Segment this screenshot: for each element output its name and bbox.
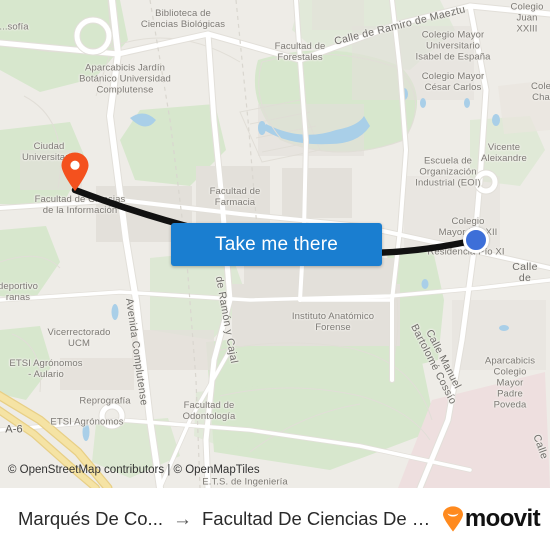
trip-origin[interactable]: Marqués De Co... [18, 508, 163, 530]
trip-endpoints: Marqués De Co... → Facultad De Ciencias … [18, 508, 436, 530]
map-pin-icon [61, 152, 89, 191]
attribution-openmaptiles[interactable]: © OpenMapTiles [174, 464, 260, 476]
trip-summary-bar: Marqués De Co... → Facultad De Ciencias … [0, 488, 550, 550]
moovit-wordmark: moovit [464, 505, 541, 532]
trip-destination[interactable]: Facultad De Ciencias De La Info... [202, 508, 436, 530]
map-attribution: © OpenStreetMap contributors | © OpenMap… [0, 462, 550, 476]
map-viewport[interactable]: ...sofía Biblioteca de Ciencias Biológica… [0, 0, 550, 488]
attribution-osm[interactable]: © OpenStreetMap contributors [8, 464, 164, 476]
destination-dot[interactable] [463, 227, 489, 253]
arrow-right-icon: → [172, 508, 192, 530]
start-pin[interactable] [60, 152, 90, 192]
take-me-there-button[interactable]: Take me there [171, 223, 382, 266]
attribution-separator: | [167, 464, 171, 476]
moovit-pin-icon [442, 506, 463, 532]
moovit-logo[interactable]: moovit [442, 505, 541, 533]
moovit-trip-map-screen: ...sofía Biblioteca de Ciencias Biológica… [0, 0, 550, 550]
